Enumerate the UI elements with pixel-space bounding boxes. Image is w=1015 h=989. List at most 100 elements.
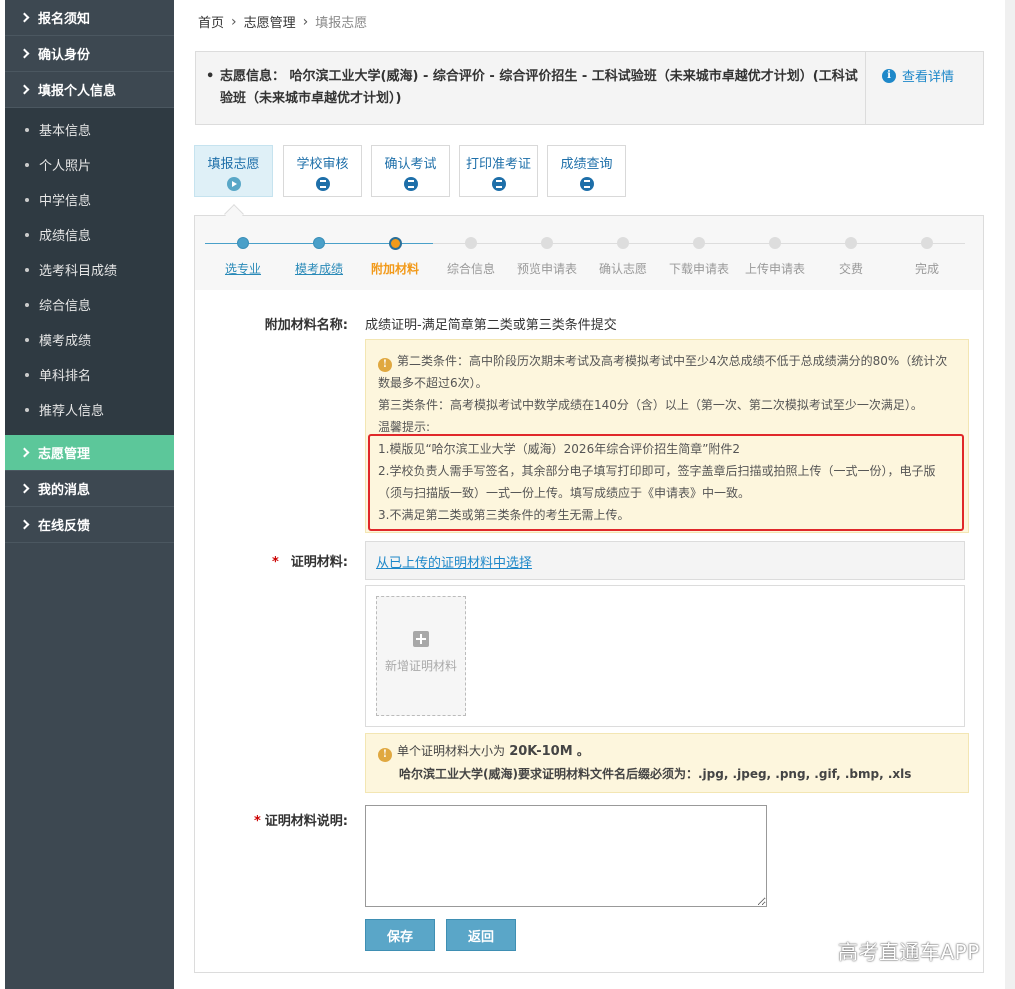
step-connector bbox=[471, 243, 547, 244]
sidebar-subitem-comprehensive-info[interactable]: 综合信息 bbox=[5, 287, 174, 322]
sidebar-item-personal-info[interactable]: 填报个人信息 bbox=[5, 72, 174, 108]
sidebar-item-my-messages[interactable]: 我的消息 bbox=[5, 471, 174, 507]
hourglass-icon bbox=[315, 177, 330, 191]
condition-2-line: ! 第二类条件：高中阶段历次期末考试及高考模拟考试中至少4次总成绩不低于总成绩满分… bbox=[378, 350, 956, 372]
divider bbox=[865, 52, 866, 124]
back-button[interactable]: 返回 bbox=[446, 919, 516, 951]
view-details-link[interactable]: i 查看详情 bbox=[882, 66, 954, 85]
step-dot bbox=[465, 237, 477, 249]
sidebar-subitem-scores[interactable]: 成绩信息 bbox=[5, 217, 174, 252]
step-label: 综合信息 bbox=[446, 262, 496, 276]
chevron-right-icon bbox=[19, 519, 30, 530]
bullet-icon bbox=[25, 267, 29, 272]
volunteer-info-label: 志愿信息： bbox=[220, 69, 286, 84]
step-dot bbox=[921, 237, 933, 249]
step-dot bbox=[541, 237, 553, 249]
bullet-icon bbox=[25, 232, 29, 237]
sidebar-subitem-photo[interactable]: 个人照片 bbox=[5, 147, 174, 182]
view-details-label: 查看详情 bbox=[902, 70, 955, 85]
sidebar-subitem-label: 单科排名 bbox=[39, 369, 92, 384]
sidebar-item-registration-notice[interactable]: 报名须知 bbox=[5, 0, 174, 36]
sidebar-subitem-mock-scores[interactable]: 模考成绩 bbox=[5, 322, 174, 357]
breadcrumb-current: 填报志愿 bbox=[315, 16, 368, 31]
sidebar-subitem-basic-info[interactable]: 基本信息 bbox=[5, 112, 174, 147]
proof-material-label: * 证明材料: bbox=[230, 551, 348, 570]
choose-uploaded-material-link[interactable]: 从已上传的证明材料中选择 bbox=[376, 552, 532, 571]
sidebar-item-online-feedback[interactable]: 在线反馈 bbox=[5, 507, 174, 543]
sidebar-subitem-label: 综合信息 bbox=[39, 299, 92, 314]
sidebar-subitem-label: 中学信息 bbox=[39, 194, 92, 209]
tab-school-review[interactable]: 学校审核 bbox=[283, 145, 362, 197]
chevron-right-icon bbox=[19, 84, 30, 95]
breadcrumb: 首页 › 志愿管理 › 填报志愿 bbox=[198, 12, 368, 32]
volunteer-info-value: 哈尔滨工业大学(威海) - 综合评价 - 综合评价招生 - 工科试验班（未来城市… bbox=[220, 69, 858, 106]
step-dot bbox=[237, 237, 249, 249]
condition-3-text: 第三类条件：高考模拟考试中数学成绩在140分（含）以上（第一次、第二次模拟考试至… bbox=[378, 398, 923, 412]
step-dot bbox=[617, 237, 629, 249]
material-desc-label: * 证明材料说明: bbox=[230, 810, 348, 829]
required-mark: * bbox=[253, 814, 261, 829]
bullet-icon bbox=[25, 127, 29, 132]
sidebar-subitem-label: 选考科目成绩 bbox=[39, 264, 118, 279]
material-name-value: 成绩证明-满足简章第二类或第三类条件提交 bbox=[365, 318, 617, 333]
sidebar-item-label: 填报个人信息 bbox=[38, 84, 117, 99]
bullet-icon bbox=[25, 302, 29, 307]
material-name-label: 附加材料名称: bbox=[264, 318, 348, 333]
sidebar-item-volunteer-management[interactable]: 志愿管理 bbox=[5, 435, 174, 471]
condition-2-text: 第二类条件：高中阶段历次期末考试及高考模拟考试中至少4次总成绩不低于总成绩满分的… bbox=[397, 354, 948, 368]
step-dot bbox=[389, 237, 402, 250]
tab-label: 打印准考证 bbox=[465, 157, 531, 172]
step-label: 确认志愿 bbox=[598, 262, 648, 276]
play-icon bbox=[226, 177, 241, 191]
warning-icon: ! bbox=[378, 748, 392, 762]
step-connector bbox=[547, 243, 623, 244]
proof-material-label-text: 证明材料: bbox=[290, 555, 348, 570]
tab-label: 确认考试 bbox=[384, 157, 437, 172]
sidebar-subitem-referee-info[interactable]: 推荐人信息 bbox=[5, 392, 174, 427]
volunteer-info-box: 志愿信息： 哈尔滨工业大学(威海) - 综合评价 - 综合评价招生 - 工科试验… bbox=[195, 51, 984, 125]
add-material-label: 新增证明材料 bbox=[384, 659, 457, 673]
step-label: 交费 bbox=[838, 262, 864, 276]
step-connector bbox=[243, 243, 319, 244]
step-label[interactable]: 选专业 bbox=[225, 260, 261, 277]
material-desc-textarea[interactable] bbox=[365, 805, 767, 907]
volunteer-info-text: 志愿信息： 哈尔滨工业大学(威海) - 综合评价 - 综合评价招生 - 工科试验… bbox=[206, 66, 861, 110]
save-button[interactable]: 保存 bbox=[365, 919, 435, 951]
tab-score-query[interactable]: 成绩查询 bbox=[547, 145, 626, 197]
tab-label: 成绩查询 bbox=[560, 157, 613, 172]
hourglass-icon bbox=[403, 177, 418, 191]
step-label[interactable]: 模考成绩 bbox=[295, 260, 343, 277]
sidebar-subitem-label: 模考成绩 bbox=[39, 334, 92, 349]
hourglass-icon bbox=[579, 177, 594, 191]
sidebar-item-label: 在线反馈 bbox=[38, 519, 91, 534]
breadcrumb-section[interactable]: 志愿管理 bbox=[244, 12, 296, 31]
watermark: 高考直通车APP bbox=[838, 940, 980, 964]
tab-fill-volunteer[interactable]: 填报志愿 bbox=[194, 145, 273, 197]
sidebar-subitem-label: 成绩信息 bbox=[39, 229, 92, 244]
file-size-value: 20K-10M bbox=[509, 744, 573, 759]
upload-area: 新增证明材料 bbox=[365, 585, 965, 727]
tab-print-admission[interactable]: 打印准考证 bbox=[459, 145, 538, 197]
sidebar-item-label: 志愿管理 bbox=[38, 447, 91, 462]
sidebar: 报名须知 确认身份 填报个人信息 基本信息 个人照片 中学信息 成绩信息 选考科… bbox=[5, 0, 174, 989]
sidebar-item-confirm-identity[interactable]: 确认身份 bbox=[5, 36, 174, 72]
sidebar-subitem-label: 个人照片 bbox=[39, 159, 92, 174]
sidebar-item-label: 我的消息 bbox=[38, 483, 91, 498]
sidebar-subitem-school-info[interactable]: 中学信息 bbox=[5, 182, 174, 217]
tab-confirm-exam[interactable]: 确认考试 bbox=[371, 145, 450, 197]
chevron-right-icon bbox=[19, 447, 30, 458]
bullet-icon bbox=[25, 372, 29, 377]
step-label: 完成 bbox=[914, 262, 940, 276]
breadcrumb-home[interactable]: 首页 bbox=[198, 12, 224, 31]
file-size-prefix: 单个证明材料大小为 bbox=[397, 744, 506, 758]
step-connector bbox=[851, 243, 927, 244]
chevron-right-icon: › bbox=[231, 13, 237, 30]
sidebar-item-label: 报名须知 bbox=[38, 12, 91, 27]
file-size-suffix: 。 bbox=[576, 744, 589, 758]
sidebar-subnav: 基本信息 个人照片 中学信息 成绩信息 选考科目成绩 综合信息 模考成绩 单科排… bbox=[5, 108, 174, 435]
sidebar-subitem-elective-scores[interactable]: 选考科目成绩 bbox=[5, 252, 174, 287]
scrollbar-track[interactable] bbox=[1005, 0, 1015, 989]
step-label: 上传申请表 bbox=[744, 262, 806, 276]
add-material-button[interactable]: 新增证明材料 bbox=[376, 596, 466, 716]
sidebar-subitem-subject-ranking[interactable]: 单科排名 bbox=[5, 357, 174, 392]
